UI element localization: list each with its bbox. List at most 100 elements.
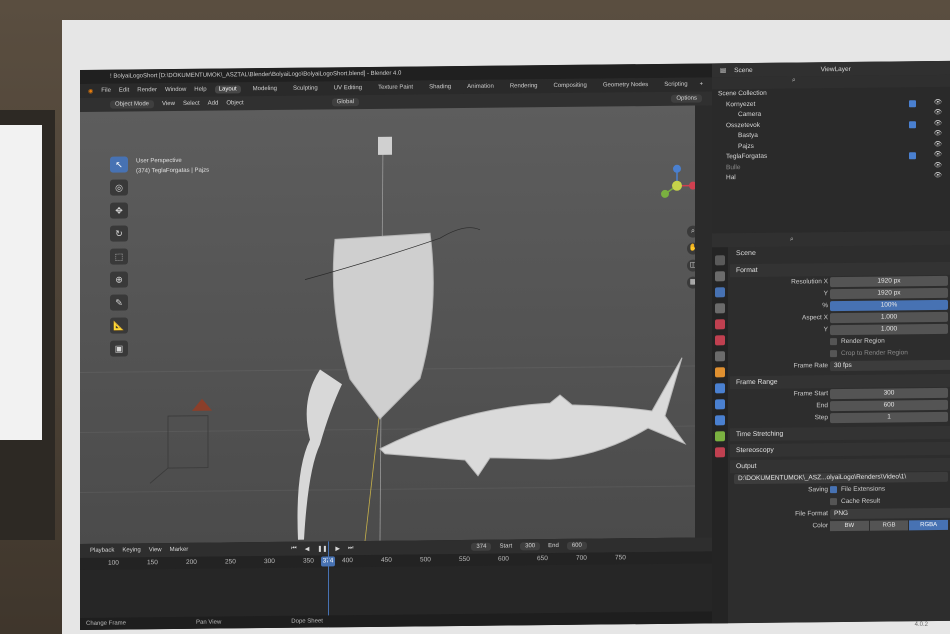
- transform-tool-icon[interactable]: ⊕: [110, 271, 128, 288]
- menu-render[interactable]: Render: [137, 87, 157, 93]
- aspect-x-field[interactable]: 1.000: [830, 311, 948, 324]
- resolution-percent-field[interactable]: 100%: [830, 299, 948, 312]
- annotate-tool-icon[interactable]: ✎: [110, 294, 128, 311]
- pan-hand-icon[interactable]: ✋: [687, 242, 695, 255]
- exclude-checkbox[interactable]: [909, 152, 916, 160]
- menu-help[interactable]: Help: [194, 87, 206, 93]
- exclude-checkbox[interactable]: [909, 99, 916, 107]
- color-bw-option[interactable]: BW: [830, 520, 869, 532]
- tab-animation[interactable]: Animation: [463, 83, 498, 91]
- timeline-view-menu[interactable]: View: [149, 547, 162, 553]
- resolution-x-field[interactable]: 1920 px: [830, 275, 948, 288]
- exclude-checkbox[interactable]: [909, 120, 916, 128]
- tab-scripting[interactable]: Scripting: [660, 81, 691, 89]
- tab-uv-editing[interactable]: UV Editing: [330, 84, 366, 92]
- play-reverse-icon[interactable]: ◀: [305, 545, 310, 552]
- tab-layout[interactable]: Layout: [214, 85, 241, 94]
- outliner-row-hal[interactable]: Hal 👁: [712, 171, 950, 184]
- frame-end-field[interactable]: 600: [830, 399, 948, 412]
- frame-step-field[interactable]: 1: [830, 411, 948, 424]
- play-icon[interactable]: ▶: [335, 545, 340, 552]
- eye-icon[interactable]: 👁: [934, 97, 942, 108]
- outliner-search-icon[interactable]: ⌕: [792, 77, 796, 84]
- jump-end-icon[interactable]: ⏭: [348, 545, 353, 552]
- blender-logo-icon[interactable]: ◉: [88, 87, 93, 94]
- add-cube-tool-icon[interactable]: ▣: [110, 340, 128, 357]
- viewlayer-selector[interactable]: ViewLayer: [821, 65, 851, 72]
- measure-tool-icon[interactable]: 📐: [110, 317, 128, 334]
- navigation-gizmo-icon[interactable]: [655, 164, 695, 209]
- tab-compositing[interactable]: Compositing: [550, 82, 591, 90]
- collection-tab-icon[interactable]: [715, 351, 725, 362]
- frame-start-field[interactable]: 300: [830, 387, 948, 400]
- object-menu[interactable]: Object: [226, 100, 243, 106]
- crop-region-checkbox[interactable]: [830, 350, 837, 358]
- keying-menu[interactable]: Keying: [122, 547, 140, 553]
- color-rgb-option[interactable]: RGB: [869, 520, 909, 531]
- render-tab-icon[interactable]: [715, 271, 725, 282]
- view-menu[interactable]: View: [162, 101, 175, 107]
- color-rgba-option[interactable]: RGBA: [909, 519, 949, 531]
- select-tool-icon[interactable]: ↖: [110, 156, 128, 173]
- marker-menu[interactable]: Marker: [170, 547, 189, 553]
- cursor-tool-icon[interactable]: ◎: [110, 179, 128, 196]
- resolution-y-field[interactable]: 1920 px: [830, 287, 948, 300]
- eye-icon[interactable]: 👁: [934, 160, 942, 171]
- object-tab-icon[interactable]: [715, 367, 725, 378]
- scene-selector[interactable]: Scene: [734, 66, 752, 73]
- tab-geometry-nodes[interactable]: Geometry Nodes: [599, 81, 652, 90]
- eye-icon[interactable]: 👁: [934, 118, 942, 129]
- particles-tab-icon[interactable]: [715, 399, 725, 410]
- tab-texture-paint[interactable]: Texture Paint: [374, 83, 417, 91]
- tab-rendering[interactable]: Rendering: [506, 82, 542, 90]
- modifier-tab-icon[interactable]: [715, 383, 725, 394]
- file-extensions-checkbox[interactable]: [830, 486, 837, 494]
- scene-icon[interactable]: ▤: [720, 66, 726, 74]
- ortho-grid-icon[interactable]: ▦: [687, 276, 695, 289]
- eye-icon[interactable]: 👁: [934, 139, 942, 150]
- timeline-editor[interactable]: Playback Keying View Marker ⏮ ◀ ❚❚ ▶ ⏭ 3…: [80, 537, 722, 630]
- world-tab-icon[interactable]: [715, 335, 725, 346]
- tab-sculpting[interactable]: Sculpting: [289, 84, 322, 92]
- menu-file[interactable]: File: [101, 88, 111, 94]
- pause-icon[interactable]: ❚❚: [317, 545, 327, 552]
- select-menu[interactable]: Select: [183, 101, 200, 107]
- zoom-icon[interactable]: ⌕: [687, 225, 695, 238]
- eye-icon[interactable]: 👁: [934, 150, 942, 161]
- start-frame-field[interactable]: 300: [520, 542, 541, 551]
- rotate-tool-icon[interactable]: ↻: [110, 225, 128, 242]
- physics-tab-icon[interactable]: [715, 415, 725, 426]
- current-frame-field[interactable]: 374: [471, 542, 492, 551]
- time-stretching-panel-header[interactable]: Time Stretching: [730, 425, 950, 442]
- file-format-dropdown[interactable]: PNG: [830, 507, 950, 520]
- frame-rate-dropdown[interactable]: 30 fps: [830, 359, 950, 372]
- output-tab-icon[interactable]: [715, 287, 725, 298]
- menu-edit[interactable]: Edit: [119, 87, 129, 93]
- scene-tab-icon[interactable]: [715, 319, 725, 330]
- constraints-tab-icon[interactable]: [715, 431, 725, 442]
- aspect-y-field[interactable]: 1.000: [830, 323, 948, 336]
- menu-window[interactable]: Window: [165, 87, 186, 93]
- playback-menu[interactable]: Playback: [90, 548, 114, 554]
- end-frame-field[interactable]: 600: [566, 541, 587, 550]
- tab-shading[interactable]: Shading: [425, 83, 455, 91]
- mode-dropdown[interactable]: Object Mode: [110, 100, 155, 109]
- add-menu[interactable]: Add: [208, 101, 219, 107]
- camera-view-icon[interactable]: ◫: [687, 259, 695, 272]
- render-region-checkbox[interactable]: [830, 338, 837, 346]
- eye-icon[interactable]: 👁: [934, 108, 942, 119]
- eye-icon[interactable]: 👁: [934, 171, 942, 182]
- 3d-viewport[interactable]: ↖ ◎ ✥ ↻ ⬚ ⊕ ✎ 📐 ▣ User Perspective (374)…: [80, 105, 695, 544]
- cache-result-checkbox[interactable]: [830, 498, 837, 506]
- orientation-dropdown[interactable]: Global: [331, 98, 359, 107]
- options-dropdown[interactable]: Options: [671, 94, 702, 103]
- tab-modeling[interactable]: Modeling: [249, 85, 281, 93]
- view-layer-tab-icon[interactable]: [715, 303, 725, 314]
- jump-start-icon[interactable]: ⏮: [291, 545, 296, 552]
- scale-tool-icon[interactable]: ⬚: [110, 248, 128, 265]
- eye-icon[interactable]: 👁: [934, 129, 942, 140]
- stereoscopy-panel-header[interactable]: Stereoscopy: [730, 441, 950, 458]
- material-tab-icon[interactable]: [715, 447, 725, 458]
- add-workspace-icon[interactable]: +: [700, 81, 704, 87]
- properties-search-icon[interactable]: ⌕: [790, 236, 794, 243]
